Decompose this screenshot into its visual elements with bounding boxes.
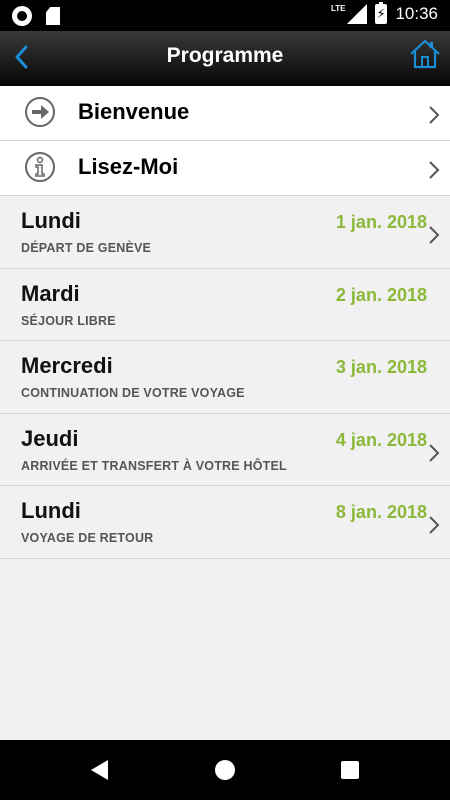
day-name: Jeudi (21, 425, 79, 451)
day-name: Mardi (21, 280, 80, 306)
day-date: 8 jan. 2018 (335, 502, 427, 522)
app-header: Programme (0, 31, 450, 86)
network-type: LTE (330, 3, 346, 13)
day-subtitle: SÉJOUR LIBRE (21, 313, 116, 328)
day-subtitle: CONTINUATION DE VOTRE VOYAGE (21, 386, 245, 400)
chevron-right-icon (429, 443, 440, 462)
chevron-right-icon (429, 226, 440, 244)
page-title: Programme (166, 44, 284, 67)
status-time: 10:36 (395, 4, 438, 23)
home-icon (410, 39, 440, 69)
notification-circle-icon (12, 6, 32, 26)
battery-charging-icon (375, 2, 388, 24)
day-row[interactable]: Jeudi ARRIVÉE ET TRANSFERT À VOTRE HÔTEL… (0, 413, 450, 486)
chevron-right-icon (429, 161, 440, 179)
day-name: Lundi (21, 208, 81, 233)
info-icon (25, 152, 55, 182)
sd-card-icon (46, 7, 60, 25)
system-nav-bar (0, 740, 450, 800)
day-row[interactable]: Lundi DÉPART DE GENÈVE 1 jan. 2018 (0, 196, 450, 269)
menu-item-label: Bienvenue (78, 99, 190, 124)
day-date: 2 jan. 2018 (335, 284, 427, 305)
programme-day-list: Lundi DÉPART DE GENÈVE 1 jan. 2018 Mardi… (0, 196, 450, 559)
day-row[interactable]: Lundi VOYAGE DE RETOUR 8 jan. 2018 (0, 486, 450, 559)
day-date: 4 jan. 2018 (335, 429, 427, 450)
nav-home-icon[interactable] (215, 760, 235, 780)
day-name: Lundi (21, 498, 81, 523)
day-date: 3 jan. 2018 (335, 357, 427, 377)
day-subtitle: ARRIVÉE ET TRANSFERT À VOTRE HÔTEL (21, 458, 287, 473)
chevron-right-icon (429, 516, 440, 534)
arrow-circle-icon (25, 97, 55, 127)
nav-recents-icon[interactable] (341, 761, 359, 779)
nav-back-icon[interactable] (90, 759, 110, 781)
chevron-right-icon (429, 106, 440, 124)
menu-item-label: Lisez-Moi (78, 154, 179, 179)
day-subtitle: VOYAGE DE RETOUR (21, 531, 154, 545)
status-bar: LTE 10:36 (0, 0, 450, 31)
day-row[interactable]: Mardi SÉJOUR LIBRE 2 jan. 2018 (0, 268, 450, 341)
day-date: 1 jan. 2018 (335, 212, 427, 232)
signal-icon (347, 4, 368, 24)
menu-item-bienvenue[interactable]: Bienvenue (0, 86, 450, 141)
menu-item-lisez-moi[interactable]: Lisez-Moi (0, 141, 450, 196)
day-row[interactable]: Mercredi CONTINUATION DE VOTRE VOYAGE 3 … (0, 341, 450, 414)
day-name: Mercredi (21, 353, 113, 378)
menu-list: Bienvenue Lisez-Moi (0, 86, 450, 196)
day-subtitle: DÉPART DE GENÈVE (21, 241, 152, 255)
home-button[interactable] (408, 37, 442, 71)
